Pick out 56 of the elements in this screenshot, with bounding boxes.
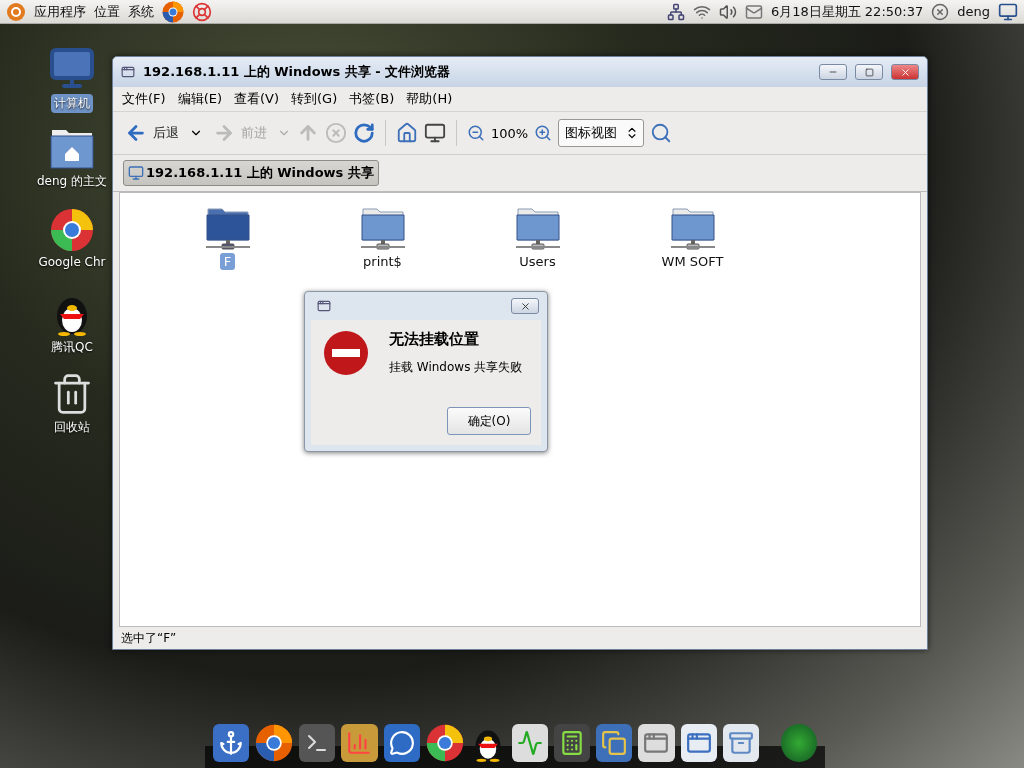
reload-icon[interactable] [353,122,375,144]
window-menu-icon[interactable] [317,299,331,313]
desktop-icon-label[interactable]: Google Chr [35,254,109,270]
menu-item[interactable]: 编辑(E) [172,88,227,110]
volume-icon[interactable] [718,2,737,21]
panel-menu[interactable]: 位置 [94,2,120,21]
panel-menu[interactable]: 系统 [128,2,154,21]
zoom-out-icon[interactable] [467,124,485,142]
close-icon [899,66,911,78]
clock[interactable]: 6月18日星期五 22:50:37 [770,2,924,21]
computer-icon[interactable] [424,122,446,144]
bar-chart-icon[interactable] [341,724,378,762]
desktop-icon-label[interactable]: 回收站 [51,418,93,437]
panel-menu[interactable]: 应用程序 [34,2,86,21]
ok-button[interactable]: 确定(O) [447,407,531,435]
window-menu-icon[interactable] [121,65,135,79]
chrome-icon [50,208,94,252]
calculator-icon[interactable] [554,724,591,762]
network-icon[interactable] [666,2,685,21]
menu-item[interactable]: 文件(F) [117,88,171,110]
close-button[interactable] [891,64,919,80]
zoom-in-icon[interactable] [534,124,553,142]
window-icon[interactable] [680,724,717,762]
zoom-level: 100% [491,125,529,141]
anchor-icon[interactable] [213,724,250,762]
desktop-icon-label[interactable]: 腾讯QC [48,338,96,357]
menu-item[interactable]: 查看(V) [229,88,285,110]
window-title: 192.168.1.11 上的 Windows 共享 - 文件浏览器 [143,63,452,81]
user-name[interactable]: deng [957,4,990,19]
lifebuoy-icon[interactable] [192,1,212,22]
mail-icon[interactable] [744,2,763,21]
folder-name[interactable]: WM SOFT [657,253,728,270]
home-icon[interactable] [396,122,418,144]
close-button[interactable] [511,298,539,314]
minimize-button[interactable] [819,64,847,80]
search-icon[interactable] [650,122,673,144]
status-text: 选中了“F” [120,629,178,647]
chrome-icon[interactable] [425,724,464,762]
close-icon [519,300,531,312]
computer-icon [128,165,144,181]
menu-item[interactable]: 书签(B) [344,88,400,110]
maximize-icon [864,67,874,77]
back-button[interactable]: 后退 [121,118,183,148]
maximize-button[interactable] [855,64,883,80]
menu-item[interactable]: 转到(G) [286,88,343,110]
menu-item[interactable]: 帮助(H) [401,88,458,110]
folder-name[interactable]: Users [515,253,560,270]
quit-icon[interactable] [931,2,950,21]
location-button[interactable]: 192.168.1.11 上的 Windows 共享 [123,160,379,186]
desktop-icon-label[interactable]: deng 的主文 [33,172,110,191]
folder-name[interactable]: print$ [359,253,406,270]
dialog-message: 挂载 Windows 共享失败 [389,359,524,376]
terminal-icon[interactable] [299,724,336,762]
view-select[interactable]: 图标视图 [558,119,645,147]
dialog-heading: 无法挂载位置 [389,330,480,349]
error-icon [323,330,369,376]
